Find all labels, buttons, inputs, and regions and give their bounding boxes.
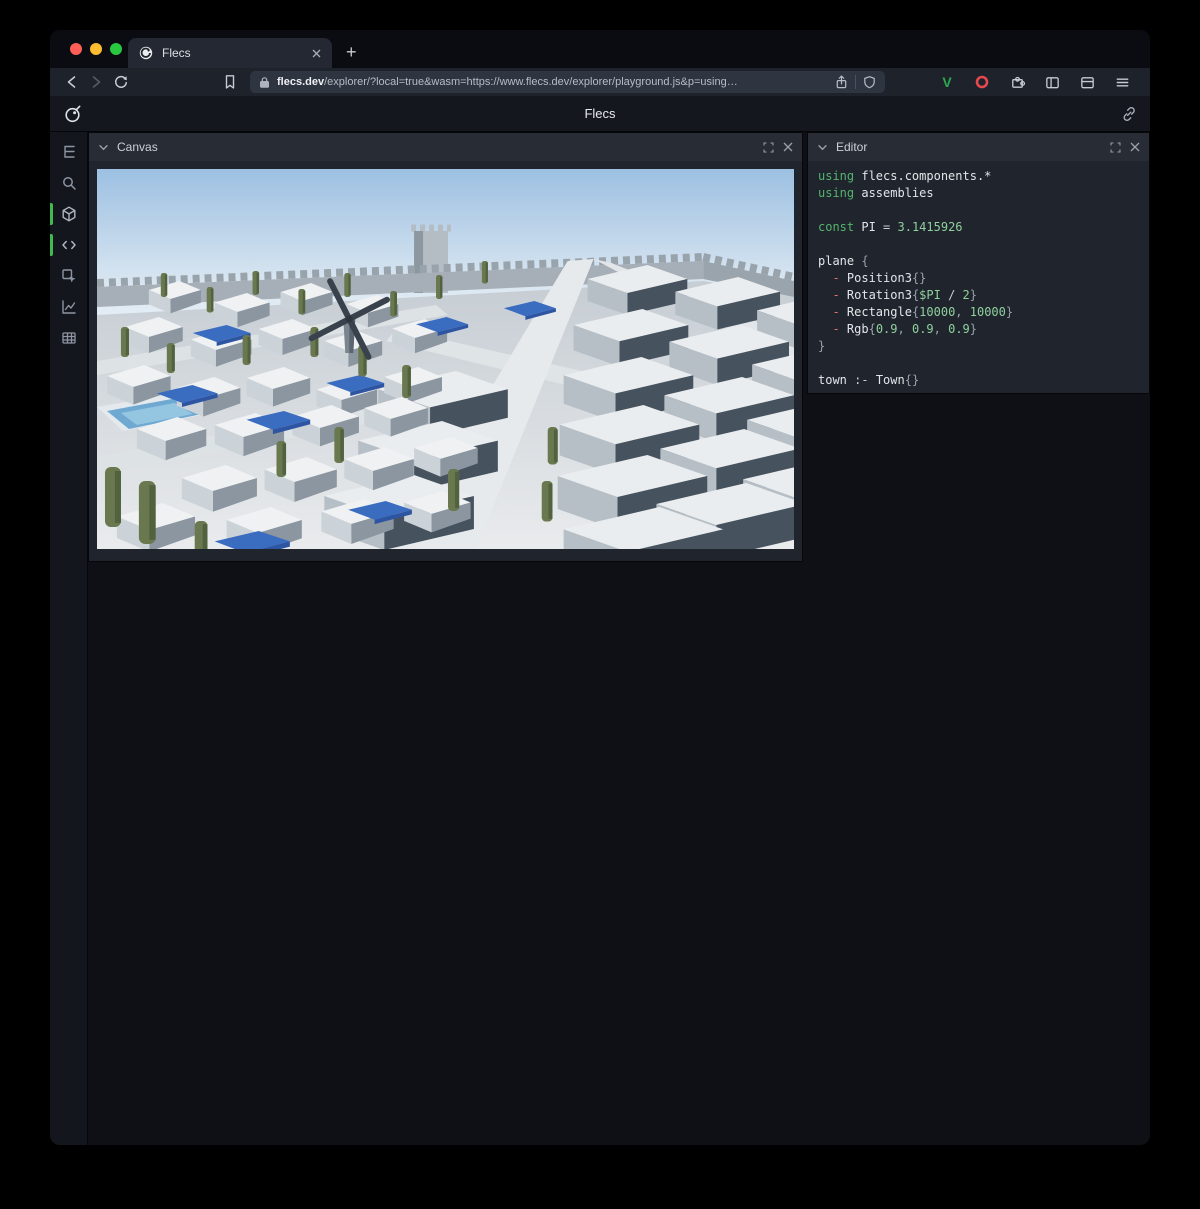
- sidebar-item-charts[interactable]: [50, 298, 88, 316]
- left-sidebar: [50, 132, 88, 1145]
- editor-panel: Editor using flecs.components.*using ass…: [807, 132, 1150, 394]
- canvas-panel-title: Canvas: [117, 140, 755, 154]
- url-text: flecs.dev/explorer/?local=true&wasm=http…: [277, 76, 828, 88]
- window-close-button[interactable]: [70, 43, 82, 55]
- tab-card-icon[interactable]: [1075, 71, 1099, 93]
- chevron-down-icon[interactable]: [97, 141, 110, 154]
- tab-close-icon[interactable]: [311, 48, 322, 59]
- page-title: Flecs: [50, 106, 1150, 121]
- browser-window: Flecs + flecs.dev/explorer/?local=true&w…: [50, 30, 1150, 1145]
- sidebar-panel-icon[interactable]: [1040, 71, 1064, 93]
- search-icon: [60, 174, 78, 192]
- stats-icon: [60, 329, 78, 347]
- url-domain: flecs.dev: [277, 76, 324, 88]
- browser-tab-bar: Flecs +: [50, 30, 1150, 68]
- expand-icon[interactable]: [1109, 141, 1122, 154]
- expand-icon[interactable]: [762, 141, 775, 154]
- editor-panel-title: Editor: [836, 140, 1102, 154]
- code-icon: [60, 236, 78, 254]
- canvas-panel: Canvas: [88, 132, 803, 562]
- brave-shield-icon[interactable]: [862, 75, 877, 90]
- explorer-content: Canvas: [50, 132, 1150, 1145]
- link-icon[interactable]: [1120, 105, 1138, 123]
- canvas-3d-scene[interactable]: [97, 169, 794, 549]
- chevron-down-icon[interactable]: [816, 141, 829, 154]
- url-path: /explorer/?local=true&wasm=https://www.f…: [324, 76, 738, 88]
- new-tab-button[interactable]: +: [346, 43, 357, 61]
- sidebar-item-editor[interactable]: [50, 236, 88, 254]
- browser-toolbar: flecs.dev/explorer/?local=true&wasm=http…: [50, 68, 1150, 96]
- window-minimize-button[interactable]: [90, 43, 102, 55]
- tab-favicon-icon: [138, 45, 154, 61]
- sidebar-item-inspect[interactable]: [50, 267, 88, 285]
- back-button[interactable]: [60, 71, 84, 93]
- canvas-body: [89, 161, 802, 557]
- tab-title: Flecs: [162, 46, 303, 60]
- tree-icon: [60, 143, 78, 161]
- browser-tab[interactable]: Flecs: [128, 38, 332, 68]
- editor-code[interactable]: using flecs.components.*using assemblies…: [808, 161, 1149, 396]
- puzzle-extensions-icon[interactable]: [1005, 71, 1029, 93]
- inspect-icon: [60, 267, 78, 285]
- window-zoom-button[interactable]: [110, 43, 122, 55]
- close-icon[interactable]: [1129, 141, 1141, 153]
- app-header: Flecs: [50, 96, 1150, 132]
- flecs-logo-icon[interactable]: [62, 103, 84, 125]
- url-bar[interactable]: flecs.dev/explorer/?local=true&wasm=http…: [250, 71, 885, 93]
- share-icon[interactable]: [834, 74, 849, 90]
- canvas-panel-header: Canvas: [89, 133, 802, 161]
- forward-button[interactable]: [84, 71, 108, 93]
- close-icon[interactable]: [782, 141, 794, 153]
- sidebar-item-canvas[interactable]: [50, 205, 88, 223]
- editor-panel-header: Editor: [808, 133, 1149, 161]
- v-extension-icon[interactable]: V: [935, 71, 959, 93]
- record-extension-icon[interactable]: [970, 71, 994, 93]
- chart-icon: [60, 298, 78, 316]
- reload-button[interactable]: [108, 71, 132, 93]
- url-separator: [855, 75, 856, 89]
- extension-icons: V: [935, 71, 1140, 93]
- sidebar-item-entity-tree[interactable]: [50, 143, 88, 161]
- lock-icon: [258, 76, 271, 89]
- sidebar-item-stats[interactable]: [50, 329, 88, 347]
- traffic-lights: [70, 43, 122, 55]
- sidebar-item-search[interactable]: [50, 174, 88, 192]
- hamburger-menu-icon[interactable]: [1110, 71, 1134, 93]
- bookmark-icon[interactable]: [218, 71, 242, 93]
- cube-icon: [60, 205, 78, 223]
